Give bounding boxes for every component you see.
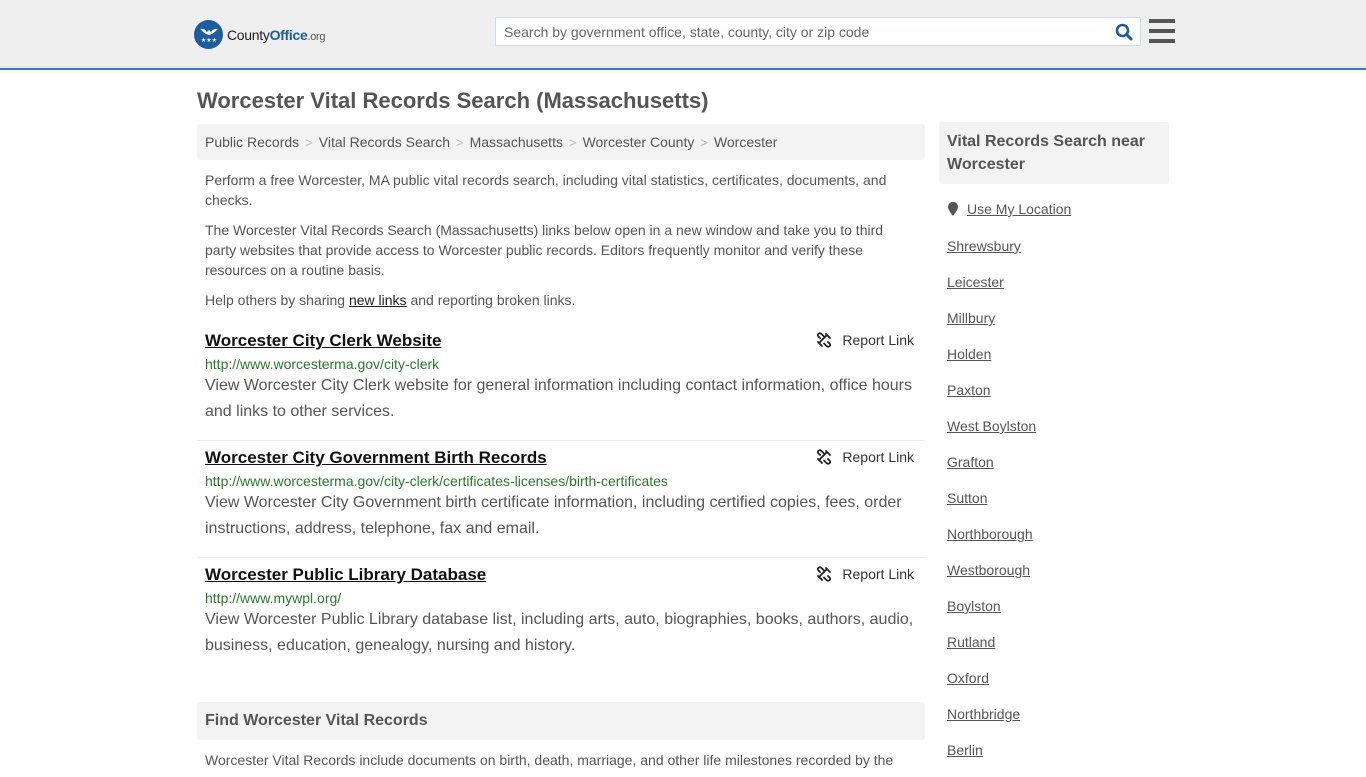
new-links-link[interactable]: new links xyxy=(349,292,407,308)
search-icon xyxy=(1115,23,1133,40)
result-description: View Worcester City Clerk website for ge… xyxy=(205,377,912,420)
nearby-place-link[interactable]: West Boylston xyxy=(947,418,1036,434)
breadcrumb: Public Records > Vital Records Search > … xyxy=(197,124,925,160)
breadcrumb-worcester-county[interactable]: Worcester County xyxy=(583,134,695,150)
result-title-link[interactable]: Worcester City Clerk Website xyxy=(205,330,442,352)
map-pin-icon xyxy=(948,202,958,216)
page-title: Worcester Vital Records Search (Massachu… xyxy=(197,88,709,113)
broken-link-icon xyxy=(817,566,832,582)
nearby-place-link[interactable]: Leicester xyxy=(947,274,1004,290)
report-link-button[interactable]: Report Link xyxy=(816,332,914,348)
site-logo[interactable]: ★★★ CountyOffice.org xyxy=(194,20,326,49)
breadcrumb-separator: > xyxy=(568,134,577,150)
nearby-place-link[interactable]: Millbury xyxy=(947,310,995,326)
nearby-place-link[interactable]: Westborough xyxy=(947,562,1030,578)
find-section-heading: Find Worcester Vital Records xyxy=(197,702,925,740)
nearby-place-link[interactable]: Oxford xyxy=(947,670,989,686)
nearby-place-link[interactable]: Holden xyxy=(947,346,991,362)
search-box xyxy=(495,17,1141,46)
svg-text:★★★: ★★★ xyxy=(200,37,216,44)
nearby-place-item: Shrewsbury xyxy=(947,237,1036,273)
search-input[interactable] xyxy=(496,23,1108,40)
intro-paragraph-3: Help others by sharing new links and rep… xyxy=(205,292,576,308)
nearby-place-item: Westborough xyxy=(947,561,1036,597)
report-link-button[interactable]: Report Link xyxy=(816,449,914,465)
nearby-place-item: Millbury xyxy=(947,309,1036,345)
nearby-place-link[interactable]: Rutland xyxy=(947,634,995,650)
nearby-place-item: Northbridge xyxy=(947,705,1036,741)
broken-link-icon xyxy=(817,449,832,465)
nearby-place-link[interactable]: Northborough xyxy=(947,526,1033,542)
nearby-place-item: West Boylston xyxy=(947,417,1036,453)
site-header: ★★★ CountyOffice.org xyxy=(0,0,1366,70)
broken-link-icon xyxy=(817,332,832,348)
breadcrumb-public-records[interactable]: Public Records xyxy=(205,134,299,150)
nearby-place-item: Berlin xyxy=(947,741,1036,777)
logo-text: CountyOffice.org xyxy=(227,26,326,43)
nearby-place-link[interactable]: Shrewsbury xyxy=(947,238,1021,254)
nearby-place-item: Rutland xyxy=(947,633,1036,669)
result-url[interactable]: http://www.worcesterma.gov/city-clerk/ce… xyxy=(205,473,917,489)
nearby-place-link[interactable]: Northbridge xyxy=(947,706,1020,722)
nearby-place-item: Northborough xyxy=(947,525,1036,561)
nearby-place-item: Sutton xyxy=(947,489,1036,525)
result-url[interactable]: http://www.mywpl.org/ xyxy=(205,590,917,606)
eagle-logo-icon: ★★★ xyxy=(194,20,223,49)
breadcrumb-worcester[interactable]: Worcester xyxy=(714,134,778,150)
result-description: View Worcester Public Library database l… xyxy=(205,611,914,654)
intro-text: Perform a free Worcester, MA public vita… xyxy=(205,170,917,320)
result-url[interactable]: http://www.worcesterma.gov/city-clerk xyxy=(205,356,917,372)
find-section-text: Worcester Vital Records include document… xyxy=(205,752,894,768)
breadcrumb-separator: > xyxy=(700,134,708,150)
nearby-place-link[interactable]: Grafton xyxy=(947,454,994,470)
search-button[interactable] xyxy=(1108,18,1140,45)
result-title-link[interactable]: Worcester City Government Birth Records xyxy=(205,447,547,469)
nearby-place-link[interactable]: Sutton xyxy=(947,490,987,506)
breadcrumb-massachusetts[interactable]: Massachusetts xyxy=(470,134,563,150)
nearby-places-list: Shrewsbury Leicester Millbury Holden Pax… xyxy=(947,237,1036,777)
nearby-place-item: Oxford xyxy=(947,669,1036,705)
intro-paragraph-2: The Worcester Vital Records Search (Mass… xyxy=(205,222,884,278)
nearby-place-item: Paxton xyxy=(947,381,1036,417)
nearby-place-link[interactable]: Berlin xyxy=(947,742,983,758)
breadcrumb-separator: > xyxy=(456,134,464,150)
results-list: Worcester City Clerk Website Report Link… xyxy=(197,324,925,675)
use-my-location-link[interactable]: Use My Location xyxy=(967,201,1071,217)
nearby-place-item: Leicester xyxy=(947,273,1036,309)
nearby-place-item: Grafton xyxy=(947,453,1036,489)
hamburger-menu-icon[interactable] xyxy=(1149,19,1175,43)
nearby-place-link[interactable]: Paxton xyxy=(947,382,991,398)
result-title-link[interactable]: Worcester Public Library Database xyxy=(205,564,486,586)
intro-paragraph-1: Perform a free Worcester, MA public vita… xyxy=(205,172,887,208)
nearby-place-item: Holden xyxy=(947,345,1036,381)
result-item: Worcester City Government Birth Records … xyxy=(197,441,925,558)
sidebar-heading: Vital Records Search near Worcester xyxy=(939,122,1169,184)
report-link-button[interactable]: Report Link xyxy=(816,566,914,582)
breadcrumb-vital-records-search[interactable]: Vital Records Search xyxy=(319,134,450,150)
result-description: View Worcester City Government birth cer… xyxy=(205,494,902,537)
nearby-place-link[interactable]: Boylston xyxy=(947,598,1001,614)
breadcrumb-separator: > xyxy=(305,134,313,150)
result-item: Worcester Public Library Database Report… xyxy=(197,558,925,675)
nearby-place-item: Boylston xyxy=(947,597,1036,633)
use-my-location: Use My Location xyxy=(947,201,1071,217)
result-item: Worcester City Clerk Website Report Link… xyxy=(197,324,925,441)
